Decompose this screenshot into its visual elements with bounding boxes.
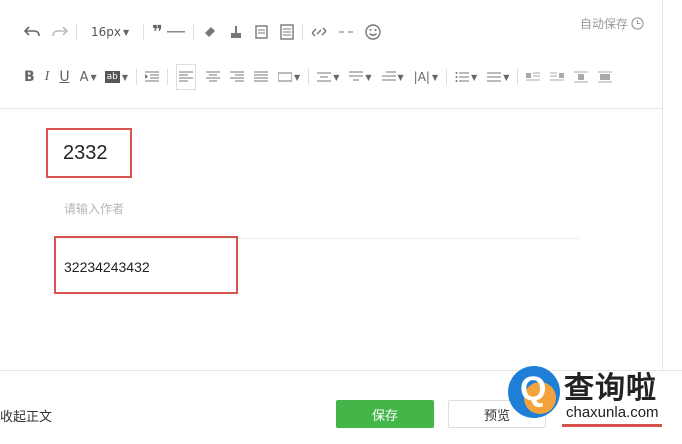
float-none-icon[interactable]	[598, 65, 613, 89]
toolbar-separator	[301, 24, 303, 40]
float-right-icon[interactable]	[550, 65, 565, 89]
format-painter-icon[interactable]	[228, 20, 244, 44]
first-indent-icon[interactable]: ▼	[381, 65, 404, 89]
float-center-icon[interactable]	[574, 65, 589, 89]
watermark-underline	[562, 424, 662, 427]
editor-right-border	[662, 0, 663, 370]
clock-icon	[631, 17, 644, 30]
columns-icon[interactable]: ▼	[278, 65, 300, 89]
watermark-logo: Q 查询啦 chaxunla.com	[502, 360, 677, 430]
toolbar-row-2: B I U A ▼ ab ▼ ▼ ▼ ▼ ▼ |A| ▼ ▼ ▼	[24, 64, 616, 90]
font-color-icon[interactable]: A ▼	[80, 65, 97, 89]
watermark-brand-cn: 查询啦	[564, 371, 657, 406]
toolbar-separator	[446, 69, 448, 85]
line-height-icon[interactable]: ▼	[349, 65, 372, 89]
emoji-icon[interactable]	[365, 20, 381, 44]
float-left-icon[interactable]	[526, 65, 541, 89]
align-justify-icon[interactable]	[254, 65, 269, 89]
undo-icon[interactable]	[24, 20, 40, 44]
underline-icon[interactable]: U	[59, 65, 69, 89]
autosave-indicator: 自动保存	[580, 15, 644, 32]
author-field[interactable]: 请输入作者	[64, 200, 124, 217]
save-button[interactable]: 保存	[336, 400, 434, 428]
toolbar-separator	[76, 24, 77, 40]
italic-icon[interactable]: I	[45, 65, 50, 89]
clear-format-icon[interactable]	[202, 20, 218, 44]
toolbar-separator	[167, 69, 169, 85]
collapse-body-link[interactable]: 收起正文	[0, 406, 52, 425]
toolbar-separator	[517, 69, 519, 85]
paragraph-spacing-icon[interactable]: ▼	[317, 65, 339, 89]
link-icon[interactable]	[311, 20, 327, 44]
align-center-icon[interactable]	[206, 65, 221, 89]
logo-q-glyph: Q	[520, 370, 547, 408]
redo-icon[interactable]	[52, 20, 68, 44]
toolbar-separator	[136, 69, 138, 85]
align-left-icon[interactable]	[176, 64, 197, 90]
article-title-field[interactable]: 2332	[63, 142, 108, 165]
toolbar-separator	[192, 24, 194, 40]
font-size-value: 16px	[91, 25, 121, 39]
unordered-list-icon[interactable]: ▼	[487, 65, 509, 89]
unlink-icon[interactable]	[337, 20, 355, 44]
chevron-down-icon: ▼	[123, 27, 130, 37]
autosave-label: 自动保存	[580, 17, 629, 31]
bold-icon[interactable]: B	[24, 65, 35, 89]
align-right-icon[interactable]	[230, 65, 245, 89]
toolbar-row-1: 16px ▼ ❞	[24, 19, 385, 45]
indent-icon[interactable]	[145, 65, 160, 89]
background-color-icon[interactable]: ab ▼	[104, 65, 128, 89]
ordered-list-icon[interactable]: ▼	[455, 65, 477, 89]
horizontal-rule-icon[interactable]	[166, 20, 185, 44]
watermark-brand-url: chaxunla.com	[566, 404, 659, 421]
blockquote-icon[interactable]: ❞	[152, 20, 163, 44]
toolbar-separator	[143, 24, 145, 40]
template-icon[interactable]	[254, 20, 270, 44]
font-size-select[interactable]: 16px ▼	[85, 20, 135, 44]
editor-toolbar: 16px ▼ ❞ 自动保存 B I U A ▼ ab ▼ ▼ ▼ ▼ ▼ |A| ▼	[0, 0, 662, 109]
toolbar-separator	[308, 69, 310, 85]
document-icon[interactable]	[280, 20, 294, 44]
letter-spacing-icon[interactable]: |A| ▼	[414, 65, 438, 89]
article-body-field[interactable]: 32234243432	[64, 259, 150, 275]
